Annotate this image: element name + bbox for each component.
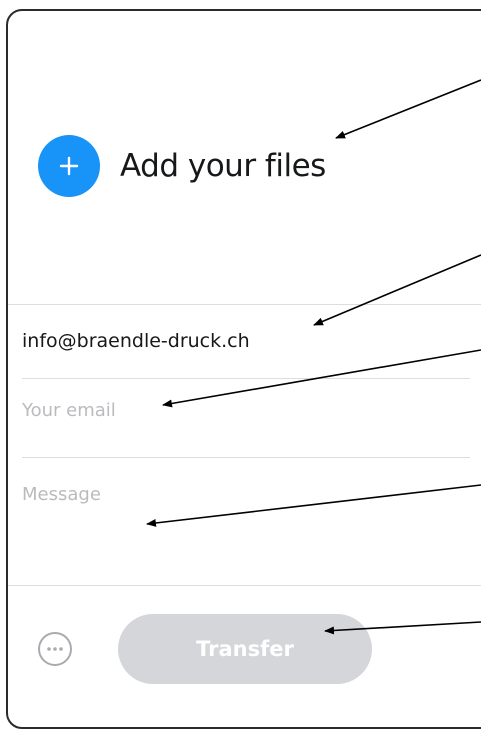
divider — [22, 457, 470, 458]
add-files-label: Add your files — [120, 148, 326, 184]
plus-icon — [59, 156, 79, 176]
add-files-area[interactable]: Add your files — [38, 135, 326, 197]
divider — [8, 585, 481, 586]
recipient-email[interactable]: info@braendle-druck.ch — [22, 330, 250, 352]
more-options-button[interactable] — [38, 632, 72, 666]
transfer-button[interactable]: Transfer — [118, 614, 372, 684]
add-files-button[interactable] — [38, 135, 100, 197]
your-email-field[interactable] — [22, 400, 462, 421]
divider — [8, 304, 481, 305]
more-options-icon — [47, 647, 63, 651]
message-field[interactable] — [22, 484, 462, 564]
divider — [22, 378, 470, 379]
